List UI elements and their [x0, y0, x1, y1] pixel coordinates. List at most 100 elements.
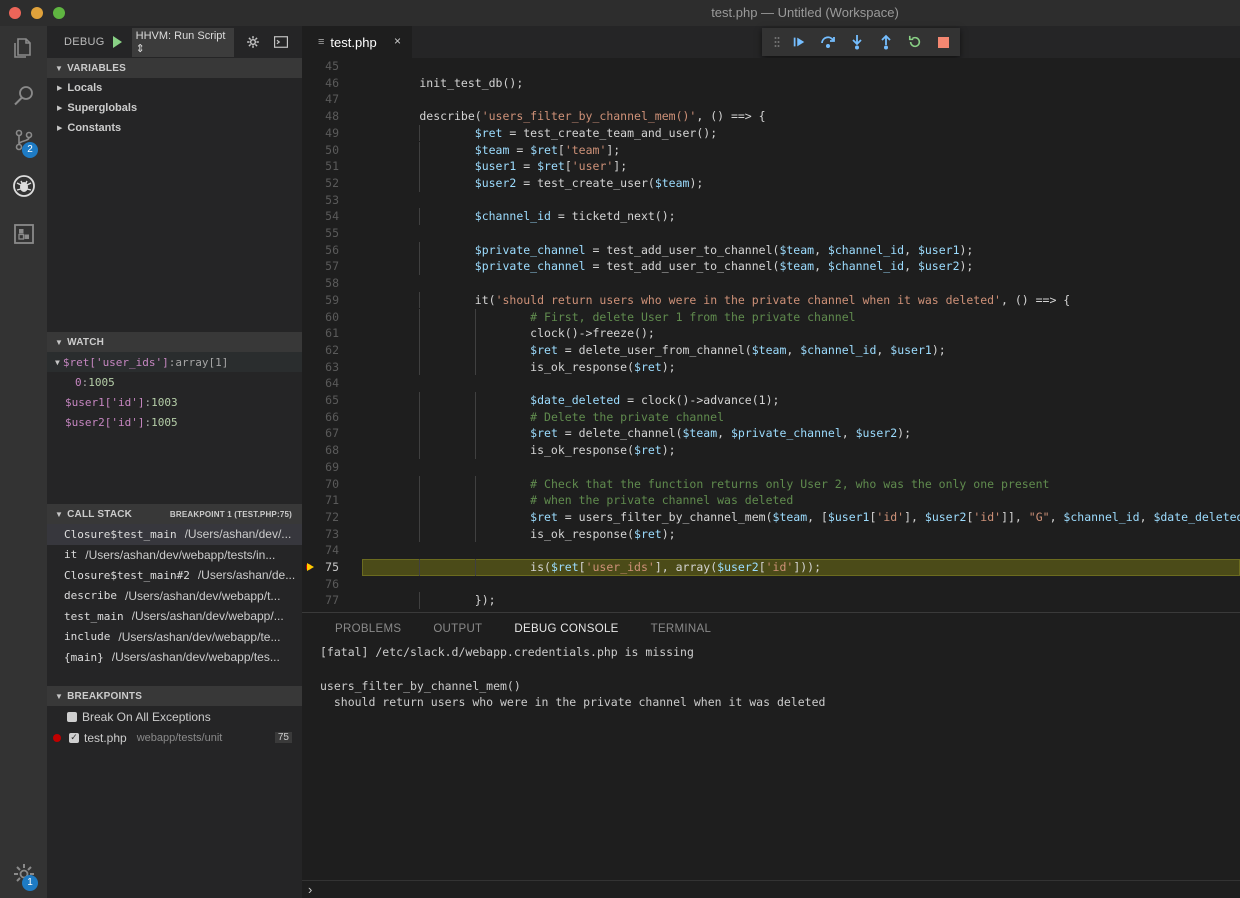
tree-item-label: Locals: [67, 82, 103, 94]
code-line-current[interactable]: 75 is($ret['user_ids'], array($user2['id…: [302, 559, 1240, 576]
activity-manage[interactable]: 1: [0, 852, 47, 896]
call-stack-frame[interactable]: Closure$test_main/Users/ashan/dev/...: [47, 524, 302, 545]
variables-locals[interactable]: ▶ Locals: [47, 78, 302, 98]
code-line[interactable]: 61 clock()->freeze();: [302, 325, 1240, 342]
line-text: $private_channel = test_add_user_to_chan…: [474, 242, 974, 257]
code-line[interactable]: 56 $private_channel = test_add_user_to_c…: [302, 241, 1240, 259]
line-number: 56: [325, 242, 339, 257]
watch-separator: :: [144, 415, 152, 429]
watch-child-item[interactable]: 0: 1005: [47, 372, 302, 392]
breakpoints-section: ▼ BREAKPOINTS Break On All Exceptions ✓ t…: [47, 686, 302, 748]
code-line[interactable]: 49 $ret = test_create_team_and_user();: [302, 124, 1240, 142]
call-stack-section-header[interactable]: ▼ CALL STACK BREAKPOINT 1 (TEST.PHP:75): [47, 504, 302, 524]
watch-value: 1003: [151, 395, 178, 409]
code-line[interactable]: 59 it('should return users who were in t…: [302, 291, 1240, 309]
tab-test-php[interactable]: ≡ test.php ×: [302, 26, 412, 58]
settings-badge: 1: [22, 875, 38, 891]
drag-handle-icon[interactable]: [770, 36, 784, 48]
tab-debug-console[interactable]: DEBUG CONSOLE: [514, 623, 618, 635]
code-line[interactable]: 73 is_ok_response($ret);: [302, 525, 1240, 543]
line-text: $ret = delete_user_from_channel($team, $…: [530, 342, 946, 357]
variables-constants[interactable]: ▶ Constants: [47, 118, 302, 138]
call-stack-frame[interactable]: Closure$test_main#2/Users/ashan/de...: [47, 565, 302, 586]
watch-separator: :: [168, 355, 176, 369]
code-line[interactable]: 50 $team = $ret['team'];: [302, 141, 1240, 159]
activity-debug[interactable]: [0, 164, 47, 208]
chevron-right-icon: ▶: [57, 125, 63, 132]
code-line[interactable]: 72 $ret = users_filter_by_channel_mem($t…: [302, 508, 1240, 526]
code-line[interactable]: 62 $ret = delete_user_from_channel($team…: [302, 341, 1240, 359]
code-line[interactable]: 76: [302, 576, 1240, 593]
watch-section-header[interactable]: ▼ WATCH: [47, 332, 302, 352]
code-line[interactable]: 68 is_ok_response($ret);: [302, 442, 1240, 459]
code-line[interactable]: 66 # Delete the private channel: [302, 408, 1240, 426]
breakpoint-file: test.php: [84, 730, 127, 745]
debug-settings-gear-icon[interactable]: [246, 35, 260, 49]
close-icon[interactable]: ×: [394, 34, 401, 48]
stop-icon[interactable]: [929, 36, 958, 48]
tab-output[interactable]: OUTPUT: [433, 623, 482, 635]
code-line[interactable]: 46 init_test_db();: [302, 75, 1240, 92]
code-line[interactable]: 63 is_ok_response($ret);: [302, 358, 1240, 376]
tab-terminal[interactable]: TERMINAL: [651, 623, 712, 635]
call-stack-frame[interactable]: describe/Users/ashan/dev/webapp/t...: [47, 586, 302, 607]
code-line[interactable]: 47: [302, 91, 1240, 108]
watch-item-user2-id[interactable]: $user2['id']: 1005: [47, 412, 302, 432]
break-on-all-exceptions[interactable]: Break On All Exceptions: [47, 706, 302, 727]
code-line[interactable]: 70 # Check that the function returns onl…: [302, 475, 1240, 493]
code-line[interactable]: 58: [302, 275, 1240, 292]
call-stack-frame[interactable]: {main} /Users/ashan/dev/webapp/tes...: [47, 647, 302, 668]
debug-console-toggle-icon[interactable]: [274, 36, 288, 48]
line-number: 59: [325, 292, 339, 307]
call-stack-frame[interactable]: it/Users/ashan/dev/webapp/tests/in...: [47, 545, 302, 566]
step-into-icon[interactable]: [842, 34, 871, 50]
code-line[interactable]: 65 $date_deleted = clock()->advance(1);: [302, 392, 1240, 409]
activity-explorer[interactable]: [0, 26, 47, 70]
step-out-icon[interactable]: [871, 34, 900, 50]
code-line[interactable]: 51 $user1 = $ret['user'];: [302, 158, 1240, 175]
code-line[interactable]: 52 $user2 = test_create_user($team);: [302, 174, 1240, 192]
code-line[interactable]: 77 });: [302, 592, 1240, 610]
line-text: describe('users_filter_by_channel_mem()'…: [364, 109, 766, 124]
start-debugging-icon[interactable]: [112, 36, 122, 48]
code-line[interactable]: 71 # when the private channel was delete…: [302, 492, 1240, 509]
step-over-icon[interactable]: [813, 35, 842, 49]
call-stack-frame[interactable]: test_main/Users/ashan/dev/webapp/...: [47, 606, 302, 627]
restart-icon[interactable]: [900, 35, 929, 49]
tab-problems[interactable]: PROBLEMS: [335, 623, 401, 635]
code-line[interactable]: 60 # First, delete User 1 from the priva…: [302, 308, 1240, 326]
line-number: 53: [325, 192, 339, 207]
breakpoints-section-header[interactable]: ▼ BREAKPOINTS: [47, 686, 302, 706]
call-stack-frame[interactable]: include/Users/ashan/dev/webapp/te...: [47, 627, 302, 648]
code-line[interactable]: 67 $ret = delete_channel($team, $private…: [302, 425, 1240, 443]
code-line[interactable]: 55: [302, 225, 1240, 242]
line-number: 63: [325, 359, 339, 374]
code-line[interactable]: 48 describe('users_filter_by_channel_mem…: [302, 108, 1240, 125]
exceptions-checkbox[interactable]: [67, 711, 77, 722]
activity-search[interactable]: [0, 74, 47, 118]
code-line[interactable]: 45: [302, 58, 1240, 75]
code-line[interactable]: 69: [302, 459, 1240, 476]
variables-section-header[interactable]: ▼ VARIABLES: [47, 58, 302, 78]
code-editor[interactable]: 45 46 init_test_db(); 47 48 describe('users…: [302, 58, 1240, 612]
watch-item-user1-id[interactable]: $user1['id']: 1003: [47, 392, 302, 412]
debug-console-input[interactable]: ›: [302, 880, 1240, 898]
code-line[interactable]: 54 $channel_id = ticketd_next();: [302, 208, 1240, 225]
line-text: is_ok_response($ret);: [364, 443, 676, 458]
continue-icon[interactable]: [784, 35, 813, 49]
breakpoint-item[interactable]: ✓ test.php webapp/tests/unit 75: [47, 727, 302, 748]
variables-superglobals[interactable]: ▶ Superglobals: [47, 98, 302, 118]
breakpoint-checkbox[interactable]: ✓: [69, 732, 79, 743]
code-line[interactable]: 53: [302, 192, 1240, 209]
line-text: $team = $ret['team'];: [474, 142, 621, 157]
code-line[interactable]: 74: [302, 542, 1240, 559]
code-line[interactable]: 57 $private_channel = test_add_user_to_c…: [302, 258, 1240, 276]
line-number: 65: [325, 393, 339, 407]
code-line[interactable]: 64: [302, 375, 1240, 392]
activity-source-control[interactable]: 2: [0, 118, 47, 162]
launch-config-select[interactable]: HHVM: Run Script ⇕: [131, 27, 234, 57]
chevron-down-icon: ▼: [55, 337, 64, 347]
line-text: $ret = users_filter_by_channel_mem($team…: [530, 509, 1240, 524]
watch-item-ret-user-ids[interactable]: ▼ $ret['user_ids']: array[1]: [47, 352, 302, 372]
activity-extensions[interactable]: [0, 212, 47, 256]
